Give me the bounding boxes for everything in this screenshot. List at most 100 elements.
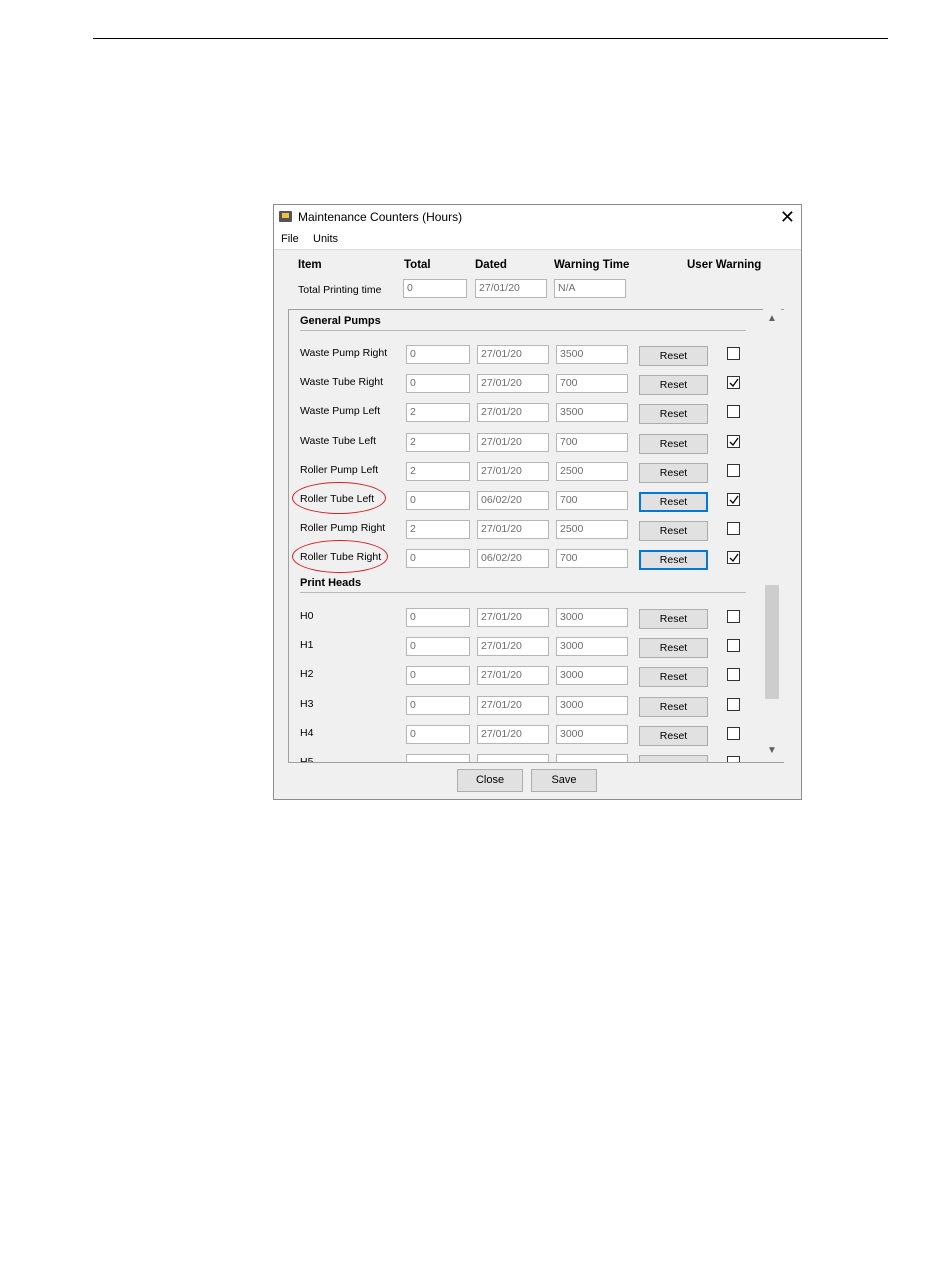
row-total-field[interactable]: 0 xyxy=(406,724,470,744)
section-divider xyxy=(300,330,746,331)
close-icon[interactable]: ✕ xyxy=(780,206,795,228)
reset-button[interactable] xyxy=(639,755,708,762)
scroll-up-icon[interactable]: ▲ xyxy=(767,313,777,324)
check-icon xyxy=(729,378,739,388)
row-label: Waste Pump Left xyxy=(300,405,381,418)
row-warning-field[interactable]: 3000 xyxy=(556,608,628,627)
user-warning-checkbox[interactable] xyxy=(727,405,740,419)
scroll-down-icon[interactable]: ▼ xyxy=(767,745,777,756)
row-dated-field[interactable]: 27/01/20 xyxy=(477,345,549,364)
save-button[interactable]: Save xyxy=(531,769,597,792)
user-warning-checkbox[interactable] xyxy=(727,756,740,762)
row-total-field[interactable]: 0 xyxy=(406,666,470,686)
row-warning-field[interactable]: 700 xyxy=(556,374,628,394)
row-warning-field[interactable]: 700 xyxy=(556,432,628,452)
row-dated-field[interactable]: 27/01/20 xyxy=(477,608,549,627)
user-warning-checkbox[interactable] xyxy=(727,493,740,506)
user-warning-checkbox[interactable] xyxy=(727,668,740,682)
row-warning-field[interactable]: 700 xyxy=(556,549,628,569)
reset-button[interactable]: Reset xyxy=(639,609,708,629)
header-item: Item xyxy=(298,259,322,271)
header-total: Total xyxy=(404,259,431,271)
row-dated-field[interactable]: 27/01/20 xyxy=(477,666,549,686)
check-icon xyxy=(729,495,739,505)
row-total-field[interactable]: 2 xyxy=(406,403,470,423)
row-warning-field[interactable]: 3000 xyxy=(556,637,628,657)
row-dated-field[interactable]: 27/01/20 xyxy=(477,461,549,481)
reset-button[interactable]: Reset xyxy=(639,667,708,688)
reset-button[interactable]: Reset xyxy=(639,696,708,717)
reset-button[interactable]: Reset xyxy=(639,433,708,454)
user-warning-checkbox[interactable] xyxy=(727,522,740,536)
user-warning-checkbox[interactable] xyxy=(727,726,740,740)
header-warning-time: Warning Time xyxy=(554,259,630,271)
row-dated-field[interactable]: 27/01/20 xyxy=(477,637,549,657)
reset-button[interactable]: Reset xyxy=(639,550,708,571)
header-user-warning: User Warning xyxy=(687,259,762,271)
user-warning-checkbox[interactable] xyxy=(727,376,740,390)
reset-button[interactable]: Reset xyxy=(639,638,708,659)
row-dated-field[interactable]: 06/02/20 xyxy=(477,491,549,510)
row-total-field[interactable]: 2 xyxy=(406,432,470,452)
user-warning-checkbox[interactable] xyxy=(727,610,740,623)
reset-button[interactable]: Reset xyxy=(639,725,708,746)
row-warning-field[interactable]: 3000 xyxy=(556,724,628,744)
reset-button[interactable]: Reset xyxy=(639,462,708,483)
reset-button[interactable]: Reset xyxy=(639,521,708,542)
row-total-field[interactable]: 0 xyxy=(406,695,470,715)
row-warning-field[interactable]: 700 xyxy=(556,491,628,510)
row-label: Roller Pump Left xyxy=(300,463,379,476)
row-dated-field[interactable]: 27/01/20 xyxy=(477,403,549,423)
row-warning-field[interactable] xyxy=(556,754,628,762)
row-total-field[interactable]: 0 xyxy=(406,374,470,394)
vertical-scrollbar[interactable]: ▲ ▼ xyxy=(763,309,781,761)
row-dated-field[interactable]: 27/01/20 xyxy=(477,724,549,744)
row-total-field[interactable]: 2 xyxy=(406,520,470,540)
row-warning-field[interactable]: 3000 xyxy=(556,666,628,686)
row-total-field[interactable]: 0 xyxy=(406,637,470,657)
row-dated-field[interactable]: 27/01/20 xyxy=(477,695,549,715)
row-warning-field[interactable]: 2500 xyxy=(556,520,628,540)
user-warning-checkbox[interactable] xyxy=(727,639,740,653)
total-printing-warning[interactable]: N/A xyxy=(554,279,626,298)
row-total-field[interactable]: 0 xyxy=(406,549,470,569)
user-warning-checkbox[interactable] xyxy=(727,551,740,565)
total-printing-total[interactable]: 0 xyxy=(403,279,467,298)
row-total-field[interactable] xyxy=(406,754,470,762)
row-warning-field[interactable]: 3500 xyxy=(556,403,628,423)
reset-button[interactable]: Reset xyxy=(639,492,708,512)
reset-button[interactable]: Reset xyxy=(639,404,708,425)
row-dated-field[interactable]: 06/02/20 xyxy=(477,549,549,569)
row-warning-field[interactable]: 3500 xyxy=(556,345,628,364)
user-warning-checkbox[interactable] xyxy=(727,347,740,360)
menu-file[interactable]: File xyxy=(281,233,299,245)
section-general-pumps: General Pumps xyxy=(300,315,381,327)
row-label: Roller Pump Right xyxy=(300,522,386,535)
title-bar: Maintenance Counters (Hours) ✕ xyxy=(274,205,801,231)
row-warning-field[interactable]: 2500 xyxy=(556,461,628,481)
counters-scroll-panel: General Pumps Waste Pump Right 0 27/01/20 3… xyxy=(288,309,784,763)
row-dated-field[interactable]: 27/01/20 xyxy=(477,520,549,540)
row-total-field[interactable]: 0 xyxy=(406,491,470,510)
row-total-field[interactable]: 0 xyxy=(406,608,470,627)
menu-units[interactable]: Units xyxy=(313,233,338,245)
close-button[interactable]: Close xyxy=(457,769,523,792)
user-warning-checkbox[interactable] xyxy=(727,697,740,711)
row-dated-field[interactable]: 27/01/20 xyxy=(477,432,549,452)
row-total-field[interactable]: 2 xyxy=(406,461,470,481)
row-label: H2 xyxy=(300,668,314,681)
reset-button[interactable]: Reset xyxy=(639,375,708,396)
row-label: H4 xyxy=(300,726,314,739)
row-warning-field[interactable]: 3000 xyxy=(556,695,628,715)
user-warning-checkbox[interactable] xyxy=(727,463,740,477)
menu-bar: File Units xyxy=(274,231,801,250)
reset-button[interactable]: Reset xyxy=(639,346,708,366)
row-dated-field[interactable] xyxy=(477,754,549,762)
row-total-field[interactable]: 0 xyxy=(406,345,470,364)
app-icon xyxy=(279,211,292,222)
total-printing-dated[interactable]: 27/01/20 xyxy=(475,279,547,298)
row-dated-field[interactable]: 27/01/20 xyxy=(477,374,549,394)
row-label: H5 xyxy=(300,756,314,763)
user-warning-checkbox[interactable] xyxy=(727,434,740,448)
scroll-thumb[interactable] xyxy=(765,585,779,699)
